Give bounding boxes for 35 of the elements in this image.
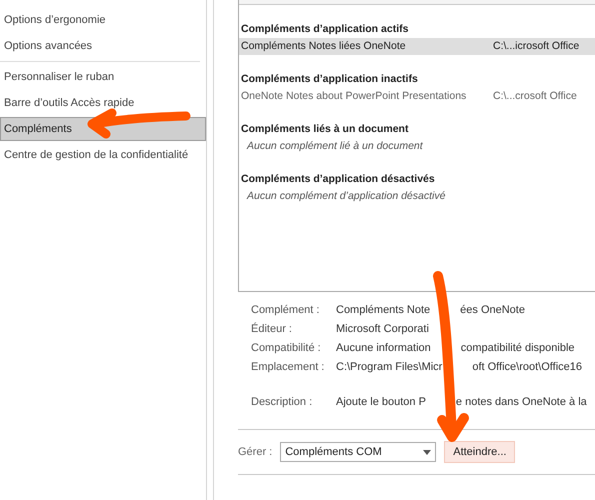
group-title: Compléments d’application actifs bbox=[240, 22, 410, 37]
detail-value: e notes dans OneNote à la bbox=[456, 395, 587, 410]
addin-row[interactable]: Compléments Notes liées OneNote C:\...icrosoft Office bbox=[239, 38, 595, 55]
empty-message: Aucun complément d’application désactivé bbox=[246, 189, 446, 204]
detail-label: Complément : bbox=[251, 303, 320, 318]
sidebar-item[interactable]: Options avancées bbox=[0, 34, 206, 58]
manage-dropdown[interactable]: Compléments COM bbox=[280, 442, 436, 462]
detail-value: ées OneNote bbox=[460, 303, 525, 318]
sidebar-item[interactable]: Barre d’outils Accès rapide bbox=[0, 91, 206, 115]
addin-location: C:\...icrosoft Office bbox=[492, 39, 580, 54]
addin-name: Compléments Notes liées OneNote bbox=[240, 39, 407, 54]
detail-label: Éditeur : bbox=[251, 322, 293, 337]
detail-value: Aucune information bbox=[336, 341, 431, 356]
addin-name: OneNote Notes about PowerPoint Presentations bbox=[240, 89, 468, 104]
detail-label: Description : bbox=[251, 395, 314, 410]
detail-value: Microsoft Corporati bbox=[336, 322, 429, 337]
go-button[interactable]: Atteindre... bbox=[444, 441, 516, 463]
manage-label: Gérer : bbox=[238, 446, 272, 458]
detail-value: compatibilité disponible bbox=[460, 341, 575, 356]
sidebar-item[interactable]: Options d’ergonomie bbox=[0, 8, 206, 32]
empty-message: Aucun complément lié à un document bbox=[246, 139, 424, 154]
addin-row[interactable]: OneNote Notes about PowerPoint Presentations C:\...crosoft Office bbox=[239, 88, 595, 105]
detail-value: oft Office\root\Office16 bbox=[472, 360, 582, 375]
detail-value: Ajoute le bouton P bbox=[336, 395, 426, 410]
detail-label: Compatibilité : bbox=[251, 341, 322, 356]
sidebar-item[interactable]: Personnaliser le ruban bbox=[0, 65, 206, 89]
detail-value: Compléments Note bbox=[336, 303, 430, 318]
detail-value: C:\Program Files\Micr bbox=[336, 360, 442, 375]
group-title: Compléments d’application désactivés bbox=[240, 172, 436, 187]
sidebar-item[interactable]: Centre de gestion de la confidentialité bbox=[0, 143, 206, 167]
detail-label: Emplacement : bbox=[251, 360, 326, 375]
dropdown-caret-icon bbox=[423, 450, 432, 454]
group-title: Compléments d’application inactifs bbox=[240, 72, 419, 87]
group-title: Compléments liés à un document bbox=[240, 122, 410, 137]
addin-location: C:\...crosoft Office bbox=[492, 89, 577, 104]
